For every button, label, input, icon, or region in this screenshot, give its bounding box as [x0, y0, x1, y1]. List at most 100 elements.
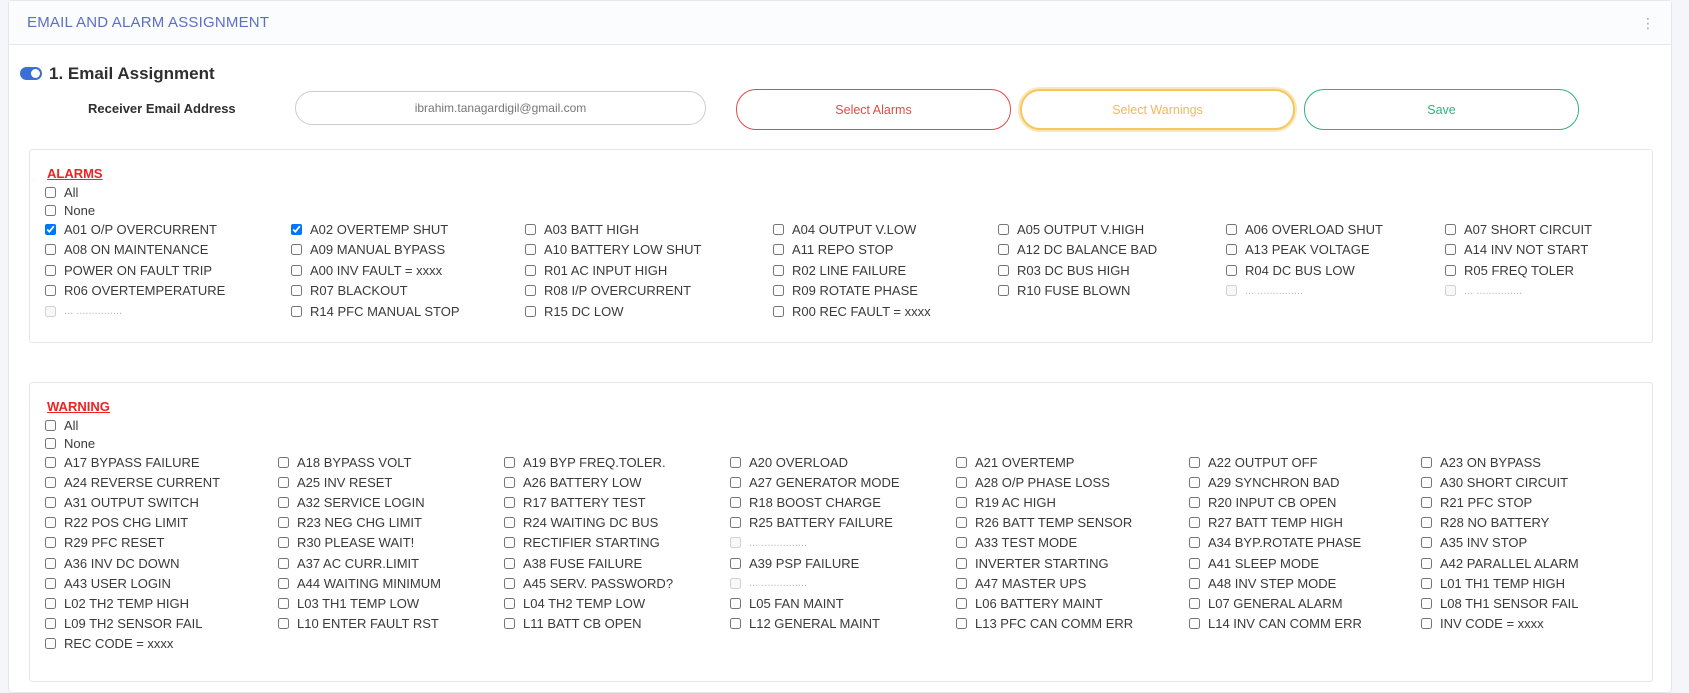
warnings-option[interactable]: R21 PFC STOP	[1421, 493, 1532, 511]
alarms-option-checkbox[interactable]	[1226, 244, 1237, 255]
warnings-option[interactable]: A28 O/P PHASE LOSS	[956, 473, 1110, 491]
alarms-option[interactable]: A09 MANUAL BYPASS	[291, 241, 445, 259]
alarms-option-checkbox[interactable]	[773, 305, 784, 317]
warnings-option[interactable]: REC CODE = xxxx	[45, 635, 173, 653]
warnings-option-checkbox[interactable]	[956, 537, 967, 549]
warnings-option-checkbox[interactable]	[1421, 597, 1432, 609]
warnings-option-checkbox[interactable]	[504, 557, 515, 569]
warnings-option-checkbox[interactable]	[1189, 496, 1200, 508]
warnings-option[interactable]: A41 SLEEP MODE	[1189, 554, 1319, 572]
alarms-none-option-checkbox[interactable]	[45, 204, 56, 216]
alarms-option-checkbox[interactable]	[525, 285, 536, 296]
warnings-option-checkbox[interactable]	[45, 496, 56, 508]
alarms-option-checkbox[interactable]	[291, 305, 302, 317]
warnings-option-checkbox[interactable]	[504, 577, 515, 589]
warnings-option-checkbox[interactable]	[504, 496, 515, 508]
warnings-option-checkbox[interactable]	[45, 577, 56, 589]
warnings-option-checkbox[interactable]	[1189, 618, 1200, 630]
alarms-option[interactable]: R10 FUSE BLOWN	[998, 282, 1130, 300]
select-alarms-button[interactable]: Select Alarms	[736, 89, 1011, 130]
warnings-option[interactable]: L07 GENERAL ALARM	[1189, 594, 1343, 612]
alarms-option-checkbox[interactable]	[1445, 244, 1456, 255]
warnings-option-checkbox[interactable]	[1189, 476, 1200, 488]
alarms-option-checkbox[interactable]	[1226, 264, 1237, 276]
warnings-option[interactable]: L08 TH1 SENSOR FAIL	[1421, 594, 1579, 612]
warnings-option[interactable]: A20 OVERLOAD	[730, 453, 848, 471]
warnings-option-checkbox[interactable]	[1421, 476, 1432, 488]
alarms-option-checkbox[interactable]	[773, 244, 784, 255]
warnings-option[interactable]: A43 USER LOGIN	[45, 574, 171, 592]
warnings-option-checkbox[interactable]	[45, 537, 56, 549]
warnings-option[interactable]: L06 BATTERY MAINT	[956, 594, 1103, 612]
warnings-option[interactable]: R17 BATTERY TEST	[504, 493, 646, 511]
warnings-option-checkbox[interactable]	[1421, 537, 1432, 549]
warnings-option[interactable]: R18 BOOST CHARGE	[730, 493, 881, 511]
email-assignment-toggle[interactable]	[20, 67, 42, 80]
alarms-none-option[interactable]: None	[45, 201, 95, 219]
alarms-option[interactable]: A10 BATTERY LOW SHUT	[525, 241, 702, 259]
warnings-option[interactable]: L11 BATT CB OPEN	[504, 615, 642, 633]
warnings-option[interactable]: R19 AC HIGH	[956, 493, 1056, 511]
warnings-option-checkbox[interactable]	[956, 456, 967, 468]
warnings-option-checkbox[interactable]	[45, 597, 56, 609]
warnings-option[interactable]: R26 BATT TEMP SENSOR	[956, 514, 1132, 532]
warnings-option-checkbox[interactable]	[45, 476, 56, 488]
receiver-email-input[interactable]	[295, 91, 706, 125]
warnings-option-checkbox[interactable]	[956, 496, 967, 508]
warnings-option-checkbox[interactable]	[504, 618, 515, 630]
warnings-option[interactable]: A23 ON BYPASS	[1421, 453, 1541, 471]
alarms-option-checkbox[interactable]	[45, 223, 56, 235]
warnings-option-checkbox[interactable]	[278, 496, 289, 508]
warnings-option[interactable]: RECTIFIER STARTING	[504, 534, 660, 552]
warnings-option-checkbox[interactable]	[278, 456, 289, 468]
alarms-option[interactable]: R04 DC BUS LOW	[1226, 261, 1355, 279]
warnings-option[interactable]: R25 BATTERY FAILURE	[730, 514, 893, 532]
warnings-option[interactable]: A17 BYPASS FAILURE	[45, 453, 200, 471]
alarms-option-checkbox[interactable]	[773, 285, 784, 296]
alarms-option-checkbox[interactable]	[998, 285, 1009, 296]
alarms-option-checkbox[interactable]	[525, 244, 536, 255]
warnings-option[interactable]: A39 PSP FAILURE	[730, 554, 859, 572]
alarms-option[interactable]: A00 INV FAULT = xxxx	[291, 261, 442, 279]
warnings-option[interactable]: A45 SERV. PASSWORD?	[504, 574, 673, 592]
save-button[interactable]: Save	[1304, 89, 1579, 130]
warnings-all-option-checkbox[interactable]	[45, 419, 56, 431]
alarms-option[interactable]: R02 LINE FAILURE	[773, 261, 906, 279]
alarms-option[interactable]: R15 DC LOW	[525, 302, 623, 320]
alarms-option-checkbox[interactable]	[45, 264, 56, 276]
alarms-option-checkbox[interactable]	[998, 244, 1009, 255]
warnings-option-checkbox[interactable]	[956, 618, 967, 630]
alarms-option-checkbox[interactable]	[291, 285, 302, 296]
warnings-option[interactable]: A44 WAITING MINIMUM	[278, 574, 441, 592]
alarms-option[interactable]: A11 REPO STOP	[773, 241, 893, 259]
alarms-option[interactable]: A04 OUTPUT V.LOW	[773, 220, 916, 238]
alarms-option-checkbox[interactable]	[525, 305, 536, 317]
warnings-option-checkbox[interactable]	[504, 537, 515, 549]
warnings-option[interactable]: R30 PLEASE WAIT!	[278, 534, 414, 552]
warnings-option-checkbox[interactable]	[730, 597, 741, 609]
warnings-option[interactable]: L03 TH1 TEMP LOW	[278, 594, 419, 612]
warnings-option[interactable]: R22 POS CHG LIMIT	[45, 514, 188, 532]
warnings-option[interactable]: A30 SHORT CIRCUIT	[1421, 473, 1568, 491]
warnings-option[interactable]: R29 PFC RESET	[45, 534, 164, 552]
alarms-option-checkbox[interactable]	[291, 244, 302, 255]
warnings-option[interactable]: A33 TEST MODE	[956, 534, 1077, 552]
warnings-option[interactable]: A24 REVERSE CURRENT	[45, 473, 220, 491]
warnings-option-checkbox[interactable]	[45, 517, 56, 529]
warnings-option-checkbox[interactable]	[730, 618, 741, 630]
alarms-option[interactable]: A01 O/P OVERCURRENT	[45, 220, 217, 238]
warnings-option[interactable]: A32 SERVICE LOGIN	[278, 493, 425, 511]
more-options-icon[interactable]: ⋮	[1641, 16, 1655, 30]
warnings-option[interactable]: L10 ENTER FAULT RST	[278, 615, 439, 633]
warnings-option-checkbox[interactable]	[278, 537, 289, 549]
alarms-all-option[interactable]: All	[45, 183, 78, 201]
warnings-option[interactable]: L05 FAN MAINT	[730, 594, 844, 612]
alarms-option[interactable]: A08 ON MAINTENANCE	[45, 241, 208, 259]
warnings-option[interactable]: A21 OVERTEMP	[956, 453, 1074, 471]
warnings-option-checkbox[interactable]	[956, 517, 967, 529]
warnings-all-option[interactable]: All	[45, 416, 78, 434]
alarms-option[interactable]: A07 SHORT CIRCUIT	[1445, 220, 1592, 238]
warnings-option-checkbox[interactable]	[730, 557, 741, 569]
warnings-option[interactable]: L09 TH2 SENSOR FAIL	[45, 615, 203, 633]
warnings-option-checkbox[interactable]	[278, 618, 289, 630]
